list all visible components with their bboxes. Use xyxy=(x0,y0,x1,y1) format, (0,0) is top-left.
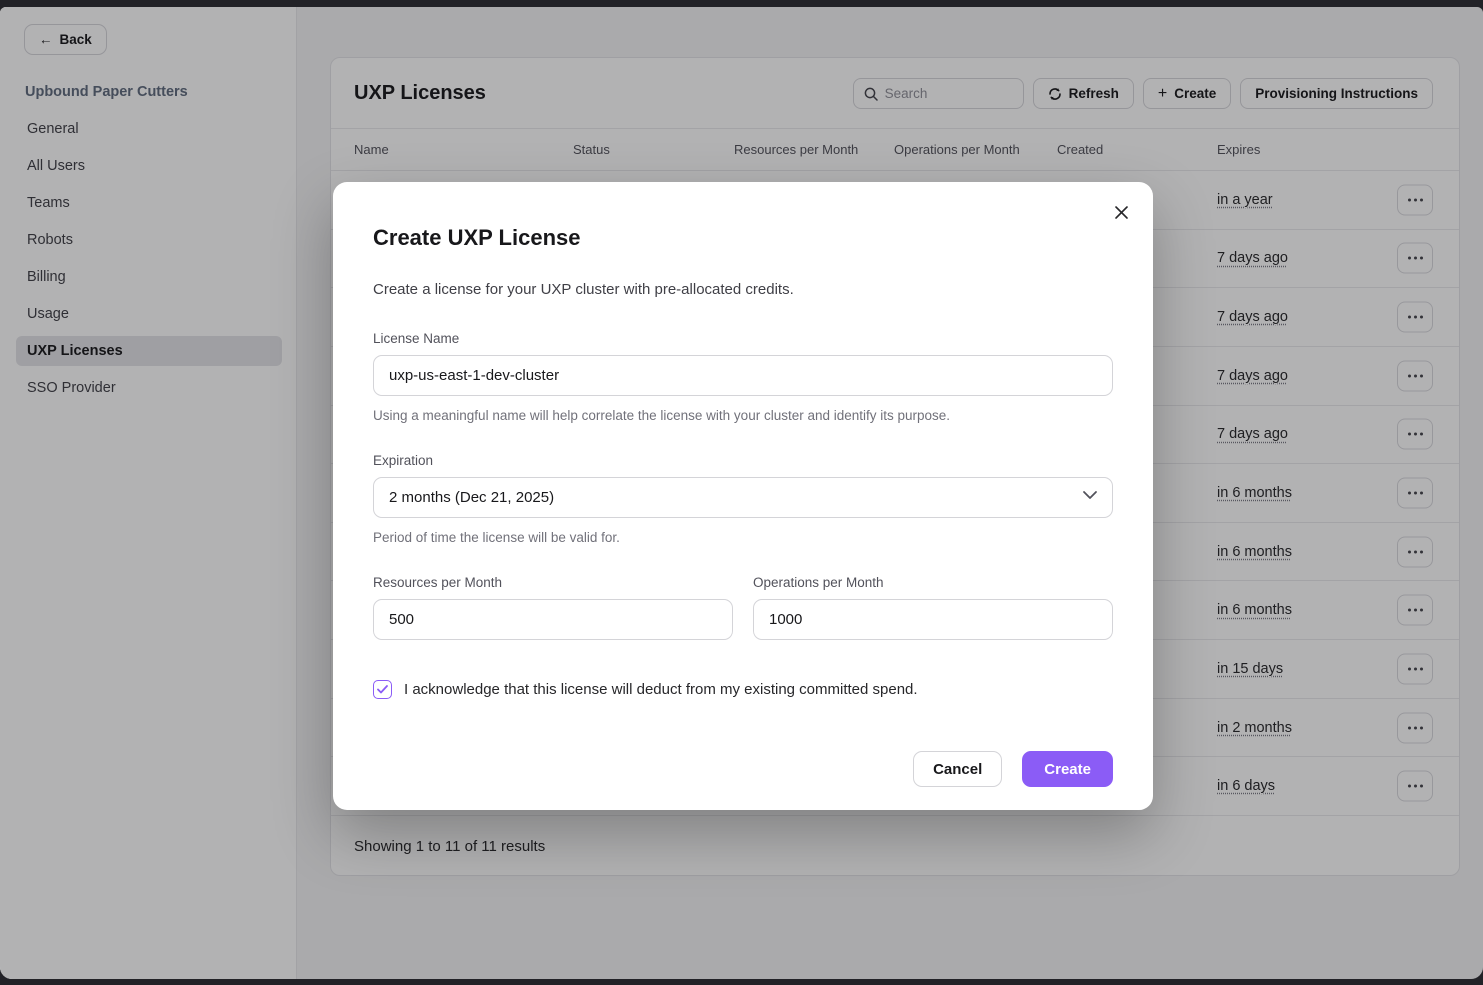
resources-field: Resources per Month xyxy=(373,575,733,640)
expiration-helper: Period of time the license will be valid… xyxy=(373,530,1113,545)
acknowledge-row: I acknowledge that this license will ded… xyxy=(373,680,1113,699)
cancel-button[interactable]: Cancel xyxy=(913,751,1002,787)
expiration-label: Expiration xyxy=(373,453,1113,468)
modal-description: Create a license for your UXP cluster wi… xyxy=(373,281,1113,298)
license-name-input[interactable] xyxy=(373,355,1113,396)
resources-input[interactable] xyxy=(373,599,733,640)
operations-label: Operations per Month xyxy=(753,575,1113,590)
close-icon xyxy=(1114,205,1129,220)
screen: ← Back Upbound Paper Cutters General All… xyxy=(0,0,1483,985)
expiration-value[interactable] xyxy=(373,477,1113,518)
app-window: ← Back Upbound Paper Cutters General All… xyxy=(0,7,1483,979)
create-uxp-license-modal: Create UXP License Create a license for … xyxy=(333,182,1153,810)
close-button[interactable] xyxy=(1107,198,1135,226)
operations-field: Operations per Month xyxy=(753,575,1113,640)
modal-title: Create UXP License xyxy=(373,182,1113,251)
modal-create-button[interactable]: Create xyxy=(1022,751,1113,787)
operations-input[interactable] xyxy=(753,599,1113,640)
acknowledge-label: I acknowledge that this license will ded… xyxy=(404,681,918,698)
check-icon xyxy=(377,685,388,694)
license-name-label: License Name xyxy=(373,331,1113,346)
resources-label: Resources per Month xyxy=(373,575,733,590)
expiration-select[interactable] xyxy=(373,468,1113,518)
acknowledge-checkbox[interactable] xyxy=(373,680,392,699)
modal-buttons: Cancel Create xyxy=(373,751,1113,787)
license-name-helper: Using a meaningful name will help correl… xyxy=(373,408,1113,423)
